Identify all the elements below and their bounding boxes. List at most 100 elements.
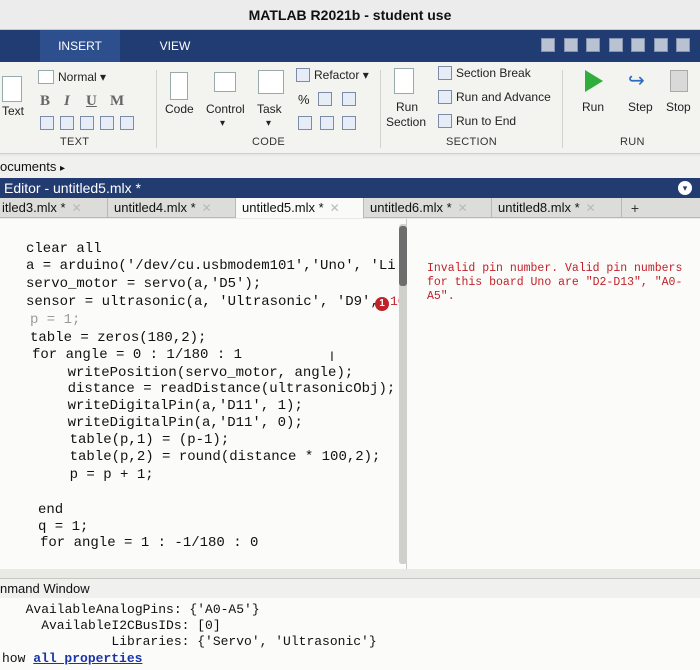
code-icon[interactable] [170,72,188,100]
close-icon[interactable]: ✕ [330,201,340,215]
bullet-list-icon[interactable] [40,116,54,130]
chevron-down-icon[interactable]: ▾ [266,118,271,129]
close-icon[interactable]: ✕ [458,201,468,215]
code-line[interactable]: p = 1; [30,312,80,328]
code-line[interactable]: sensor = ultrasonic(a, 'Ultrasonic', 'D9… [26,294,387,310]
ribbon-divider [562,70,563,148]
command-prefix: how [2,651,34,666]
monospace-button[interactable]: M [110,93,124,110]
chevron-down-icon[interactable]: ▾ [220,118,225,129]
control-icon[interactable] [214,72,236,92]
code-line[interactable]: for angle = 0 : 1/180 : 1 [32,347,242,363]
editor-header: Editor - untitled5.mlx * ▾ [0,178,700,198]
stop-button[interactable]: Stop [666,100,691,114]
wrap-comments-icon[interactable] [342,92,356,106]
section-break-button[interactable]: Section Break [456,66,531,80]
step-icon[interactable]: ↪ [628,68,645,93]
run-to-end-button[interactable]: Run to End [456,114,516,128]
file-tab-untitled3[interactable]: itled3.mlx * ✕ [0,198,108,218]
error-marker-icon[interactable]: 1 [375,297,389,311]
bold-button[interactable]: B [40,93,50,110]
style-dropdown[interactable]: Normal ▾ [58,70,106,84]
code-line[interactable]: table(p,1) = (p-1); [36,432,230,448]
text-icon[interactable] [2,76,22,102]
tab-insert[interactable]: INSERT [40,30,120,62]
file-tab-label: untitled8.mlx * [498,200,580,215]
run-to-end-icon[interactable] [438,114,452,128]
breadcrumb-label[interactable]: ocuments [0,159,56,174]
save-icon[interactable] [541,37,556,52]
new-tab-button[interactable]: + [626,198,644,218]
code-line[interactable]: a = arduino('/dev/cu.usbmodem101','Uno',… [26,258,396,274]
align-left-icon[interactable] [80,116,94,130]
editor-file-tabs: itled3.mlx * ✕ untitled4.mlx * ✕ untitled5… [0,198,700,218]
quick-access-toolbar [537,36,690,56]
code-line[interactable]: writeDigitalPin(a,'D11', 0); [34,415,303,431]
run-section-label-1[interactable]: Run [396,100,418,114]
file-tab-untitled6[interactable]: untitled6.mlx * ✕ [364,198,492,218]
group-label-run: RUN [620,136,645,148]
underline-button[interactable]: U [86,93,97,110]
code-line[interactable]: clear all [26,241,102,257]
run-section-icon[interactable] [394,68,414,94]
code-line[interactable]: writeDigitalPin(a,'D11', 1); [34,398,303,414]
editor-divider-handle[interactable] [399,226,407,286]
run-and-advance-icon[interactable] [438,90,452,104]
code-line[interactable]: writePosition(servo_motor, angle); [34,365,354,381]
breadcrumb[interactable]: ocuments ▸ [0,156,700,178]
run-play-icon[interactable] [585,70,603,92]
file-tab-untitled5[interactable]: untitled5.mlx * ✕ [236,198,364,218]
italic-button[interactable]: I [64,93,70,110]
editor-actions-icon[interactable]: ▾ [678,181,692,195]
code-line[interactable]: for angle = 1 : -1/180 : 0 [40,535,258,551]
group-label-section: SECTION [446,136,497,148]
uncomment-icon[interactable] [318,92,332,106]
section-break-icon[interactable] [438,66,452,80]
code-line[interactable]: table(p,2) = round(distance * 100,2); [36,449,381,465]
file-tab-untitled8[interactable]: untitled8.mlx * ✕ [492,198,622,218]
stop-icon[interactable] [670,70,688,92]
cut-icon[interactable] [563,37,578,52]
undo-icon[interactable] [631,37,646,52]
file-tab-label: itled3.mlx * [2,200,66,215]
align-center-icon[interactable] [100,116,114,130]
paste-icon[interactable] [608,37,623,52]
numbered-list-icon[interactable] [60,116,74,130]
tab-view[interactable]: VIEW [140,30,210,62]
decrease-indent-icon[interactable] [320,116,334,130]
command-output-line: Libraries: {'Servo', 'Ultrasonic'} [10,634,377,649]
code-button[interactable]: Code [165,102,194,116]
run-and-advance-button[interactable]: Run and Advance [456,90,551,104]
code-line[interactable]: q = 1; [38,519,88,535]
file-tab-untitled4[interactable]: untitled4.mlx * ✕ [108,198,236,218]
comment-icon[interactable]: % [298,92,310,107]
text-button[interactable]: Text [2,104,24,118]
close-icon[interactable]: ✕ [202,201,212,215]
run-button[interactable]: Run [582,100,604,114]
task-button[interactable]: Task [257,102,282,116]
command-window[interactable]: AvailableAnalogPins: {'A0-A5'} Available… [0,598,700,670]
run-section-label-2[interactable]: Section [386,115,426,129]
control-button[interactable]: Control [206,102,245,116]
group-label-code: CODE [252,136,285,148]
copy-icon[interactable] [586,37,601,52]
all-properties-link[interactable]: all properties [33,651,142,666]
redo-icon[interactable] [653,37,668,52]
close-icon[interactable]: ✕ [72,201,82,215]
code-line[interactable]: servo_motor = servo(a,'D5'); [26,276,261,292]
close-icon[interactable]: ✕ [586,201,596,215]
indent-icon[interactable] [298,116,312,130]
code-line[interactable]: distance = readDistance(ultrasonicObj); [34,381,396,397]
align-right-icon[interactable] [120,116,134,130]
refactor-icon [296,68,310,82]
refactor-dropdown[interactable]: Refactor ▾ [314,68,369,82]
code-line[interactable]: end [38,502,63,518]
help-icon[interactable] [676,37,690,52]
file-tab-label: untitled4.mlx * [114,200,196,215]
code-line[interactable]: table = zeros(180,2); [30,330,206,346]
increase-indent-icon[interactable] [342,116,356,130]
step-button[interactable]: Step [628,100,653,114]
live-editor-code-pane[interactable]: clear all a = arduino('/dev/cu.usbmodem1… [0,219,407,569]
code-line[interactable]: p = p + 1; [36,467,154,483]
task-icon[interactable] [258,70,284,94]
